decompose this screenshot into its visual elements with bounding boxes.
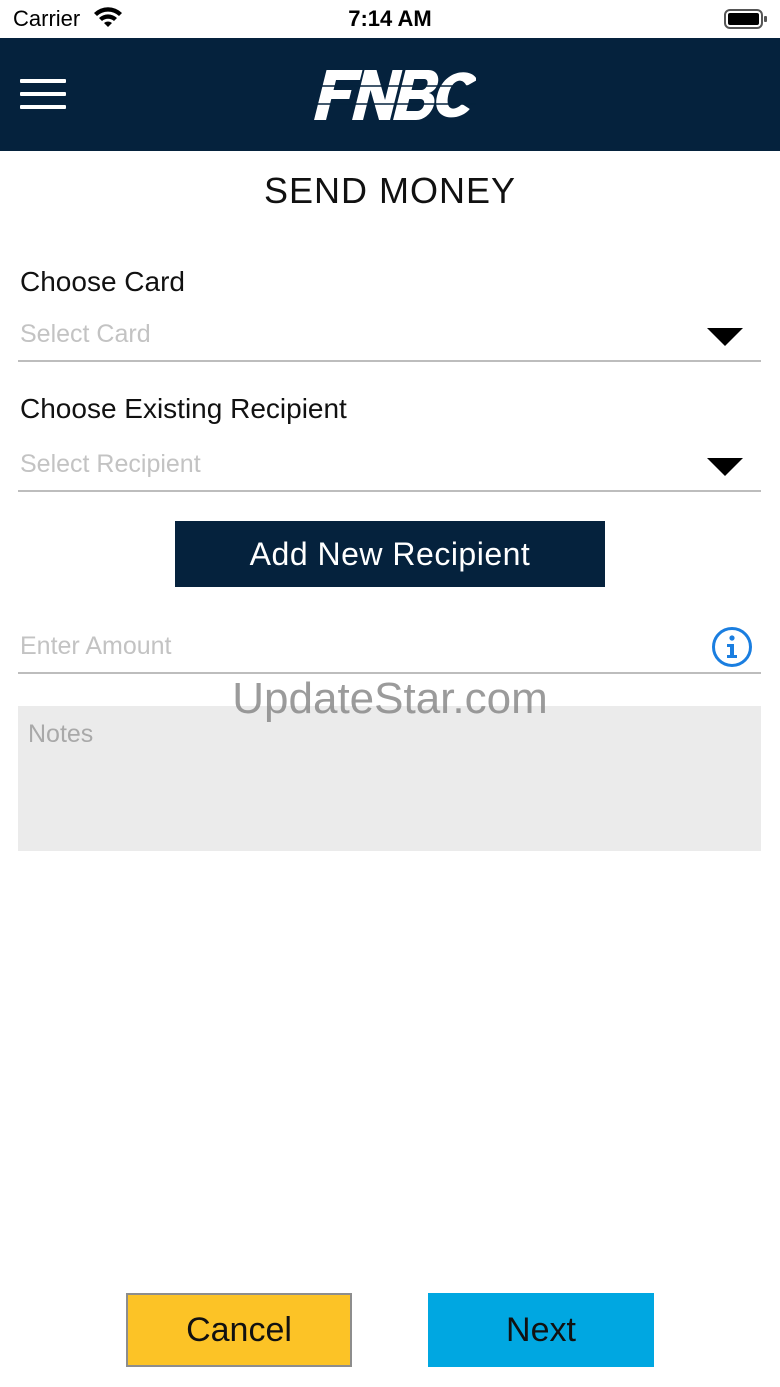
next-button[interactable]: Next [428,1293,654,1367]
amount-field [18,620,761,674]
choose-card-label: Choose Card [20,266,185,297]
hamburger-menu-icon[interactable] [20,77,68,111]
card-select[interactable]: Select Card [18,314,761,362]
battery-icon [724,9,767,29]
dropdown-caret-icon [707,458,743,476]
recipient-select-placeholder: Select Recipient [20,450,201,478]
info-icon[interactable] [711,626,753,668]
page-title: SEND MONEY [263,170,517,211]
choose-recipient-label: Choose Existing Recipient [20,393,347,424]
dropdown-caret-icon [707,328,743,346]
clock: 7:14 AM [348,6,432,31]
amount-input[interactable] [18,628,698,664]
status-bar: Carrier 7:14 AM [0,0,780,38]
watermark-text: UpdateStar.com [232,674,548,723]
fnbc-logo [314,70,476,120]
notes-textarea[interactable] [18,706,761,851]
app-header [0,38,780,151]
cancel-button[interactable]: Cancel [126,1293,352,1367]
recipient-select[interactable]: Select Recipient [18,444,761,492]
add-new-recipient-button[interactable]: Add New Recipient [175,521,605,587]
card-select-placeholder: Select Card [20,320,151,348]
